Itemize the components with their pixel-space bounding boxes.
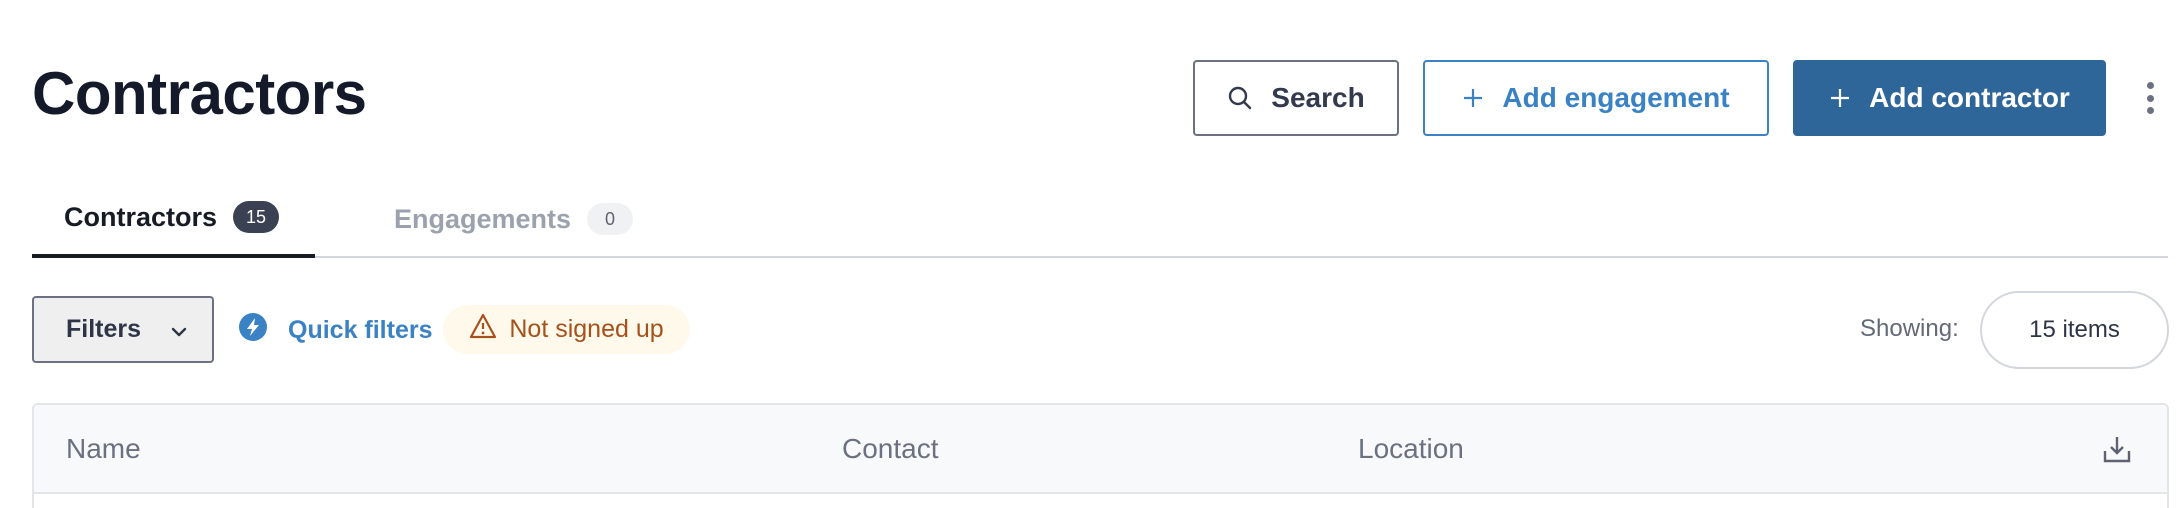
tab-contractors[interactable]: Contractors 15: [32, 190, 315, 258]
column-header-name[interactable]: Name: [66, 433, 141, 465]
more-options-icon[interactable]: [2140, 78, 2160, 118]
download-icon[interactable]: [2101, 433, 2133, 465]
search-button[interactable]: Search: [1193, 60, 1399, 136]
tab-bar: Contractors 15 Engagements 0: [32, 190, 2168, 258]
showing-label: Showing:: [1860, 315, 1959, 342]
search-button-label: Search: [1271, 82, 1365, 113]
tab-label: Contractors: [64, 201, 218, 232]
plus-icon: [1829, 87, 1851, 109]
column-header-contact[interactable]: Contact: [842, 433, 939, 465]
tab-engagements[interactable]: Engagements 0: [362, 190, 634, 258]
add-contractor-button[interactable]: Add contractor: [1793, 60, 2106, 136]
warning-icon: [469, 313, 497, 346]
count-badge: 15: [233, 201, 280, 233]
search-icon: [1227, 85, 1253, 111]
chevron-down-icon: [171, 315, 187, 344]
quick-filters-label: Quick filters: [288, 315, 433, 344]
filters-label: Filters: [66, 315, 142, 343]
not-signed-up-filter-pill[interactable]: Not signed up: [443, 305, 690, 354]
filters-dropdown[interactable]: Filters: [32, 296, 214, 363]
plus-icon: [1462, 87, 1484, 109]
kebab-dot: [2146, 107, 2154, 114]
items-count-selector[interactable]: 15 items: [1980, 291, 2169, 369]
tab-label: Engagements: [394, 203, 572, 234]
lightning-icon: [238, 312, 268, 349]
kebab-dot: [2146, 82, 2154, 89]
add-engagement-label: Add engagement: [1502, 82, 1730, 113]
table-header: Name Contact Location: [34, 405, 2167, 494]
contractors-table: Name Contact Location: [32, 403, 2169, 508]
quick-filters-button[interactable]: Quick filters: [238, 310, 433, 350]
pill-label: Not signed up: [509, 315, 664, 343]
add-contractor-label: Add contractor: [1869, 82, 2070, 113]
column-header-location[interactable]: Location: [1358, 433, 1464, 465]
count-badge: 0: [587, 203, 634, 235]
page-title: Contractors: [32, 60, 367, 127]
kebab-dot: [2146, 94, 2154, 102]
add-engagement-button[interactable]: Add engagement: [1423, 60, 1769, 136]
